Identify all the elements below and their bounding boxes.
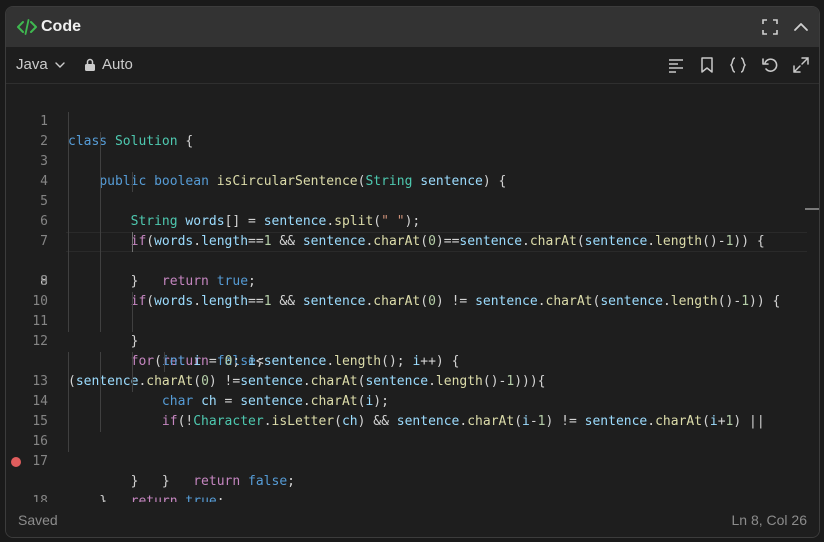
code-line-active: 8 return false;: [6, 232, 819, 369]
code-line: 13 return false;: [6, 352, 819, 489]
breakpoint-marker[interactable]: [11, 457, 21, 467]
language-select[interactable]: Java: [16, 56, 66, 74]
indent-guide: [68, 192, 69, 212]
fullscreen-icon[interactable]: [760, 17, 780, 37]
code-line: 10 for(int i = 0; i<sentence.length(); i…: [6, 272, 819, 369]
indent-guide: [68, 152, 69, 172]
indent-guide: [100, 192, 101, 212]
indent-guide: [100, 312, 101, 332]
line-content: }: [68, 474, 139, 489]
indent-guide: [68, 132, 69, 152]
indent-guide: [68, 172, 69, 192]
indent-guide: [68, 432, 69, 452]
indent-guide: [132, 372, 133, 392]
code-editor[interactable]: 1 class Solution { 2 public boolean isCi…: [6, 84, 819, 529]
indent-guide: [68, 292, 69, 312]
format-lines-icon[interactable]: [666, 55, 686, 75]
indent-guide: [100, 292, 101, 312]
code-line: 14 }: [6, 372, 819, 489]
indent-guide: [68, 252, 69, 272]
reset-icon[interactable]: [760, 55, 780, 75]
code-line: 4 if(words.length==1 && sentence.charAt(…: [6, 152, 819, 249]
indent-guide: [100, 232, 101, 252]
panel-header: Code: [6, 7, 819, 47]
code-icon: [17, 19, 37, 35]
indent-guide: [100, 212, 101, 232]
indent-guide: [132, 232, 133, 252]
code-panel: Code Java Auto 1 class Solution {2 publ…: [5, 6, 820, 538]
code-line: 5 return true;: [6, 172, 819, 289]
indent-guide: [100, 412, 101, 432]
indent-guide: [164, 352, 165, 372]
code-line: 15 }: [6, 392, 819, 489]
indent-guide: [100, 272, 101, 292]
editor-toolbar: Java Auto: [6, 47, 819, 84]
save-status: Saved: [18, 512, 58, 528]
indent-guide: [68, 372, 69, 392]
indent-guide: [68, 312, 69, 332]
code-line: 2 public boolean isCircularSentence(Stri…: [6, 112, 819, 189]
auto-label: Auto: [102, 56, 133, 73]
indent-guide: [100, 392, 101, 412]
indent-guide: [100, 252, 101, 272]
code-line: 11 char ch = sentence.charAt(i);: [6, 292, 819, 409]
indent-guide: [132, 292, 133, 312]
code-line: 17 }: [6, 432, 819, 509]
code-line: 12 if(!Character.isLetter(ch) && sentenc…: [6, 312, 819, 429]
bookmark-icon[interactable]: [697, 55, 717, 75]
chevron-down-icon: [54, 62, 65, 68]
cursor-position: Ln 8, Col 26: [731, 512, 808, 528]
scrollbar-marker[interactable]: [805, 208, 819, 210]
chevron-up-icon[interactable]: [791, 17, 811, 37]
indent-guide: [68, 272, 69, 292]
indent-guide: [132, 312, 133, 332]
lock-icon: [85, 58, 95, 71]
indent-guide: [132, 352, 133, 372]
indent-guide: [100, 152, 101, 172]
indent-guide: [68, 392, 69, 412]
code-line: 16 return true;: [6, 412, 819, 509]
indent-guide: [68, 232, 69, 252]
code-line: 6 }: [6, 192, 819, 289]
code-line: 7 if(words.length==1 && sentence.charAt(…: [6, 212, 819, 309]
current-line-highlight: [66, 232, 807, 252]
indent-guide: [132, 172, 133, 192]
indent-guide: [100, 172, 101, 192]
status-bar: Saved Ln 8, Col 26: [6, 502, 819, 537]
language-label: Java: [16, 56, 48, 73]
code-line: 3 String words[] = sentence.split(" ");: [6, 132, 819, 229]
code-line-wrapped: (sentence.charAt(0) !=sentence.charAt(se…: [6, 332, 819, 389]
indent-guide: [100, 352, 101, 372]
indent-guide: [68, 212, 69, 232]
indent-guide: [68, 352, 69, 372]
code-line: 9 }: [6, 252, 819, 349]
auto-lock-toggle[interactable]: Auto: [84, 56, 133, 74]
braces-icon[interactable]: [728, 55, 748, 75]
indent-guide: [68, 412, 69, 432]
indent-guide: [100, 132, 101, 152]
expand-icon[interactable]: [791, 55, 811, 75]
panel-title: Code: [41, 18, 81, 35]
code-line: 1 class Solution {: [6, 92, 819, 149]
code-line: 18 }: [6, 452, 819, 529]
indent-guide: [100, 372, 101, 392]
indent-guide: [68, 112, 69, 132]
